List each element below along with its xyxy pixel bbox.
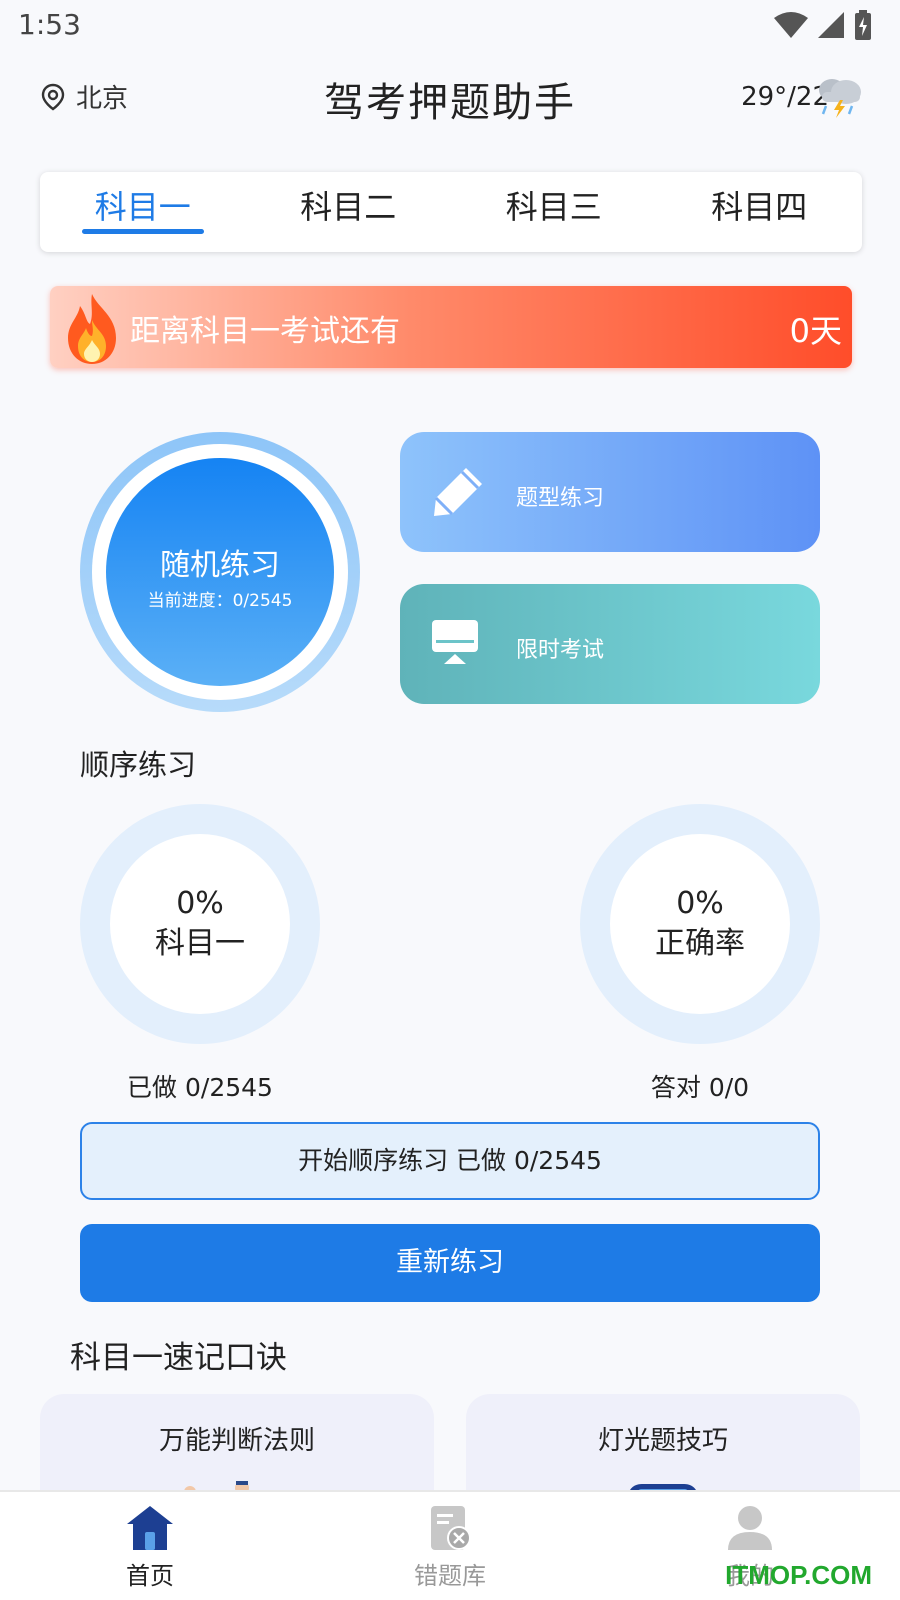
status-time: 1:53 xyxy=(18,8,81,41)
subject-progress-ring: 0% 科目一 xyxy=(80,804,320,1044)
tab-subject-3[interactable]: 科目三 xyxy=(451,172,657,252)
tip-card-title: 万能判断法则 xyxy=(158,1426,315,1456)
subject-progress-label: 科目一 xyxy=(155,926,245,961)
question-type-practice-button[interactable]: 题型练习 xyxy=(400,432,820,552)
random-practice-progress: 当前进度：0/2545 xyxy=(147,591,293,611)
accuracy-ring: 0% 正确率 xyxy=(580,804,820,1044)
nav-wrong-questions-label: 错题库 xyxy=(414,1562,486,1590)
tip-card-title: 灯光题技巧 xyxy=(597,1426,728,1456)
nav-home[interactable]: 首页 xyxy=(0,1492,300,1600)
nav-home-label: 首页 xyxy=(126,1562,174,1590)
accuracy-label: 正确率 xyxy=(655,926,745,961)
mnemonics-heading: 科目一速记口诀 xyxy=(70,1340,287,1376)
home-icon xyxy=(127,1506,173,1550)
tab-subject-1[interactable]: 科目一 xyxy=(40,172,246,252)
exam-countdown-banner[interactable]: 距离科目一考试还有 0天 xyxy=(50,286,852,368)
timed-exam-button[interactable]: 限时考试 xyxy=(400,584,820,704)
countdown-text: 距离科目一考试还有 xyxy=(130,314,400,349)
question-type-practice-label: 题型练习 xyxy=(516,486,605,511)
tab-subject-4[interactable]: 科目四 xyxy=(657,172,863,252)
pencil-icon xyxy=(434,468,482,516)
watermark-text: ITMOP.COM xyxy=(725,1560,872,1590)
thunderstorm-icon xyxy=(819,79,861,118)
tab-subject-2[interactable]: 科目二 xyxy=(246,172,452,252)
status-icons xyxy=(774,10,872,40)
wifi-icon xyxy=(774,12,808,38)
nav-wrong-questions[interactable]: 错题库 xyxy=(300,1492,600,1600)
profile-icon xyxy=(728,1506,772,1550)
random-practice-title: 随机练习 xyxy=(160,548,280,583)
timed-exam-label: 限时考试 xyxy=(516,638,605,663)
correct-count: 答对 0/0 xyxy=(650,1073,750,1102)
random-practice-button[interactable]: 随机练习 当前进度：0/2545 xyxy=(106,458,334,686)
accuracy-percent: 0% xyxy=(676,886,724,921)
subject-progress-percent: 0% xyxy=(176,886,224,921)
subject-tabs: 科目一 科目二 科目三 科目四 xyxy=(40,172,862,252)
monitor-icon xyxy=(432,620,478,664)
accuracy-text: 0% 正确率 xyxy=(610,884,790,964)
countdown-days: 0天 xyxy=(789,312,842,350)
flame-icon xyxy=(68,294,116,364)
battery-icon xyxy=(855,10,871,40)
restart-practice-button[interactable]: 重新练习 xyxy=(80,1224,820,1302)
done-count: 已做 0/2545 xyxy=(127,1073,273,1102)
sequential-practice-heading: 顺序练习 xyxy=(80,748,197,782)
wrong-questions-icon xyxy=(431,1506,471,1550)
subject-progress-text: 0% 科目一 xyxy=(110,884,290,964)
start-sequential-practice-button[interactable]: 开始顺序练习 已做 0/2545 xyxy=(80,1122,820,1200)
signal-icon xyxy=(818,12,844,38)
